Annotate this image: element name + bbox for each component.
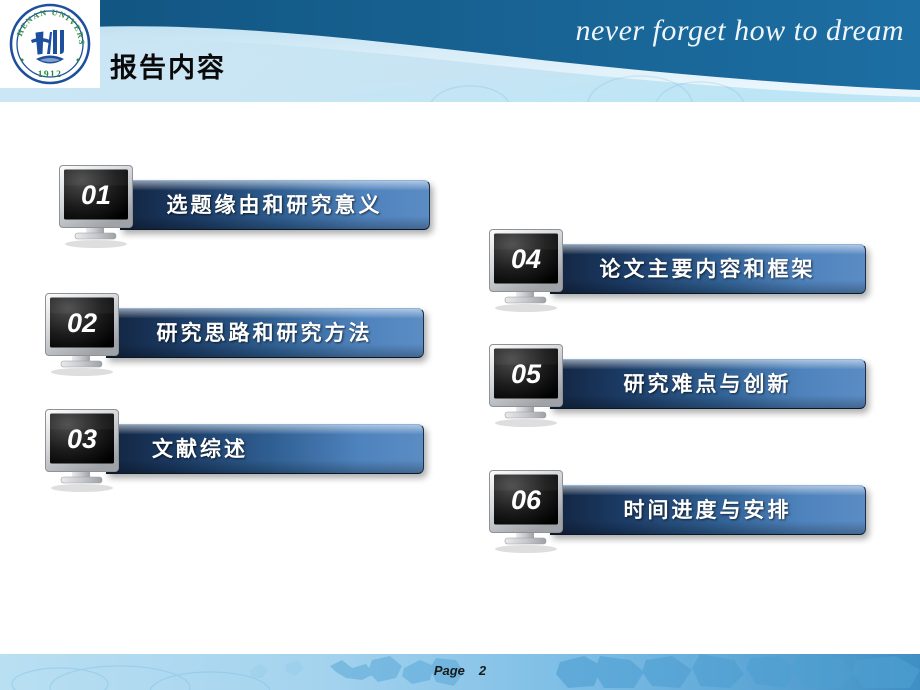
content-item-02[interactable]: 研究思路和研究方法 02 [44,292,424,378]
content-item-01[interactable]: 选题缘由和研究意义 01 [58,164,430,250]
item-bar[interactable]: 文献综述 [106,424,424,474]
item-bar[interactable]: 时间进度与安排 [550,485,866,535]
monitor-badge-icon: 06 [489,470,563,553]
item-bar[interactable]: 论文主要内容和框架 [550,244,866,294]
item-label: 研究难点与创新 [623,373,792,396]
content-item-04[interactable]: 论文主要内容和框架 04 [488,228,866,314]
monitor-badge-icon: 03 [45,409,119,492]
page-label: Page [433,663,465,678]
content-item-03[interactable]: 文献综述 03 [44,408,424,494]
monitor-badge-icon: 01 [59,165,133,248]
content-item-06[interactable]: 时间进度与安排 06 [488,469,866,555]
item-bar[interactable]: 选题缘由和研究意义 [120,180,430,230]
slide-header: HENAN UNIVERSITY 1912 报告内容 never forget … [0,0,920,102]
henan-university-seal-icon: HENAN UNIVERSITY 1912 [6,2,91,85]
page-indicator: Page 2 [0,663,920,678]
item-label: 时间进度与安排 [623,499,792,522]
slide-footer: Page 2 [0,654,920,690]
page-title: 报告内容 [110,53,226,83]
item-label: 文献综述 [152,438,248,461]
monitor-badge-icon: 05 [489,344,563,427]
item-bar[interactable]: 研究思路和研究方法 [106,308,424,358]
page-number: 2 [478,663,487,678]
header-tagline: never forget how to dream [575,14,904,47]
university-logo: HENAN UNIVERSITY 1912 [0,0,100,88]
monitor-badge-icon: 02 [45,293,119,376]
item-bar[interactable]: 研究难点与创新 [550,359,866,409]
item-label: 选题缘由和研究意义 [166,194,383,217]
monitor-badge-icon: 04 [489,229,563,312]
item-label: 研究思路和研究方法 [156,322,373,345]
svg-text:1912: 1912 [38,70,63,80]
slide: HENAN UNIVERSITY 1912 报告内容 never forget … [0,0,920,690]
item-label: 论文主要内容和框架 [599,258,816,281]
content-item-05[interactable]: 研究难点与创新 05 [488,343,866,429]
